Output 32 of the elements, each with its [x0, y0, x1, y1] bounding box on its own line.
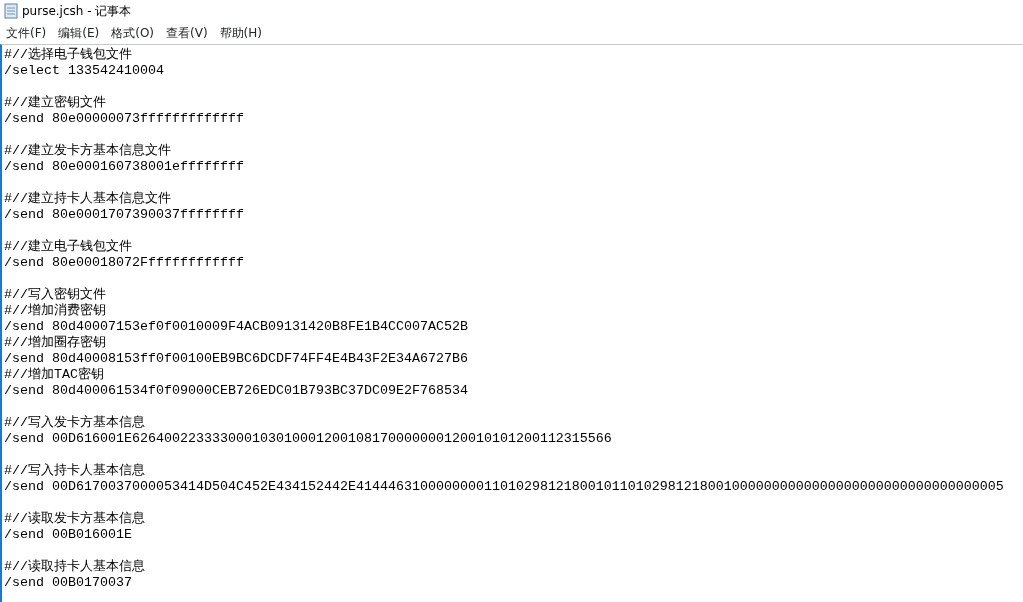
text-line: /send 00B016001E: [4, 527, 132, 542]
text-line: #//读取持卡人基本信息: [4, 559, 145, 574]
text-line: /send 80e00000073fffffffffffff: [4, 111, 244, 126]
menu-item[interactable]: 格式(O): [105, 24, 161, 42]
window-title: purse.jcsh - 记事本: [22, 3, 132, 20]
text-line: /select 133542410004: [4, 63, 164, 78]
text-line: #//增加TAC密钥: [4, 367, 104, 382]
text-line: #//建立发卡方基本信息文件: [4, 143, 171, 158]
menu-item[interactable]: 编辑(E): [52, 24, 106, 42]
text-line: /send 80e00018072Fffffffffffff: [4, 255, 244, 270]
text-line: /send 80d400061534f0f09000CEB726EDC01B793BC37DC09E2F768534: [4, 383, 468, 398]
text-line: #//写入密钥文件: [4, 287, 106, 302]
text-line: #//写入发卡方基本信息: [4, 415, 145, 430]
notepad-icon: [4, 3, 18, 19]
text-line: #//建立持卡人基本信息文件: [4, 191, 171, 206]
menu-item[interactable]: 查看(V): [160, 24, 214, 42]
text-line: /send 00B0170037: [4, 575, 132, 590]
text-line: /send 00D6170037000053414D504C452E434152442E414446310000000011010298121800101101029812180010000000000000000000000000000000005: [4, 479, 1004, 494]
text-line: #//建立密钥文件: [4, 95, 106, 110]
text-line: /send 80e0001707390037ffffffff: [4, 207, 244, 222]
text-line: /send 80d40008153ff0f00100EB9BC6DCDF74FF4E4B43F2E34A6727B6: [4, 351, 468, 366]
menu-item[interactable]: 帮助(H): [213, 24, 268, 42]
text-line: #//读取发卡方基本信息: [4, 511, 145, 526]
text-line: #//增加圈存密钥: [4, 335, 106, 350]
menu-item[interactable]: 文件(F): [0, 24, 53, 42]
text-line: /send 00D616001E626400223333000103010001200108170000000120010101200112315566: [4, 431, 612, 446]
text-line: /send 80d40007153ef0f0010009F4ACB09131420B8FE1B4CC007AC52B: [4, 319, 468, 334]
text-line: #//建立电子钱包文件: [4, 239, 132, 254]
text-line: #//写入持卡人基本信息: [4, 463, 145, 478]
text-line: /send 80e000160738001effffffff: [4, 159, 244, 174]
text-line: #//增加消费密钥: [4, 303, 106, 318]
text-line: #//选择电子钱包文件: [4, 47, 132, 62]
